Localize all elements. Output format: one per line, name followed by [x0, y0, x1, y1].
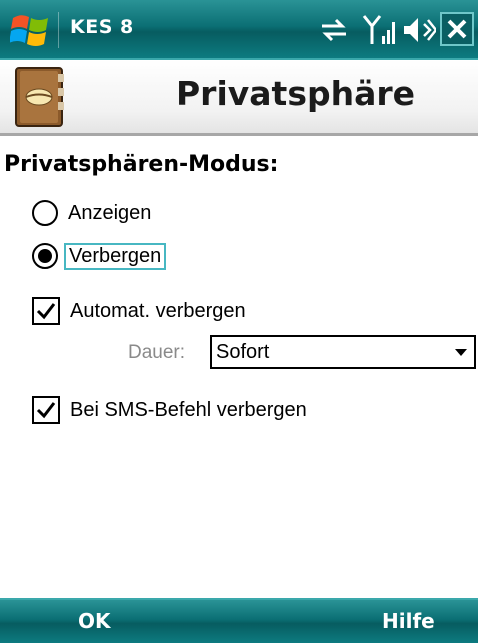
duration-label: Dauer: — [128, 342, 186, 363]
ok-softkey[interactable]: OK — [78, 609, 111, 633]
status-separator — [58, 12, 59, 48]
radio-option-anzeigen[interactable]: Anzeigen — [32, 196, 151, 230]
checkmark-icon — [36, 402, 56, 419]
auto-hide-label: Automat. verbergen — [70, 299, 246, 322]
radio-button-selected[interactable] — [32, 243, 58, 269]
volume-icon[interactable] — [402, 14, 438, 46]
duration-dropdown[interactable]: Sofort — [210, 335, 476, 369]
sms-hide-label: Bei SMS-Befehl verbergen — [70, 398, 307, 421]
windows-start-icon[interactable] — [9, 10, 52, 50]
privacy-mode-heading: Privatsphären-Modus: — [4, 152, 279, 177]
sms-hide-option[interactable]: Bei SMS-Befehl verbergen — [32, 393, 307, 427]
help-softkey[interactable]: Hilfe — [382, 609, 435, 633]
chevron-down-icon — [455, 349, 467, 356]
auto-hide-checkbox[interactable] — [32, 297, 60, 325]
checkmark-icon — [36, 303, 56, 320]
signal-icon[interactable] — [362, 12, 396, 48]
radio-button[interactable] — [32, 200, 58, 226]
close-icon — [447, 19, 467, 39]
radio-option-verbergen[interactable]: Verbergen — [32, 239, 167, 273]
duration-value: Sofort — [216, 341, 270, 363]
page-title: Privatsphäre — [176, 74, 416, 113]
auto-hide-option[interactable]: Automat. verbergen — [32, 294, 246, 328]
status-bar: KES 8 — [0, 0, 478, 60]
title-bar: Privatsphäre — [0, 60, 478, 136]
close-button[interactable] — [440, 12, 474, 46]
radio-label: Anzeigen — [68, 201, 152, 224]
address-book-icon — [14, 66, 66, 128]
radio-label: Verbergen — [64, 242, 167, 270]
sync-icon[interactable] — [316, 14, 352, 46]
softkey-bar: OK Hilfe — [0, 598, 478, 643]
sms-hide-checkbox[interactable] — [32, 396, 60, 424]
app-name[interactable]: KES 8 — [70, 16, 134, 38]
